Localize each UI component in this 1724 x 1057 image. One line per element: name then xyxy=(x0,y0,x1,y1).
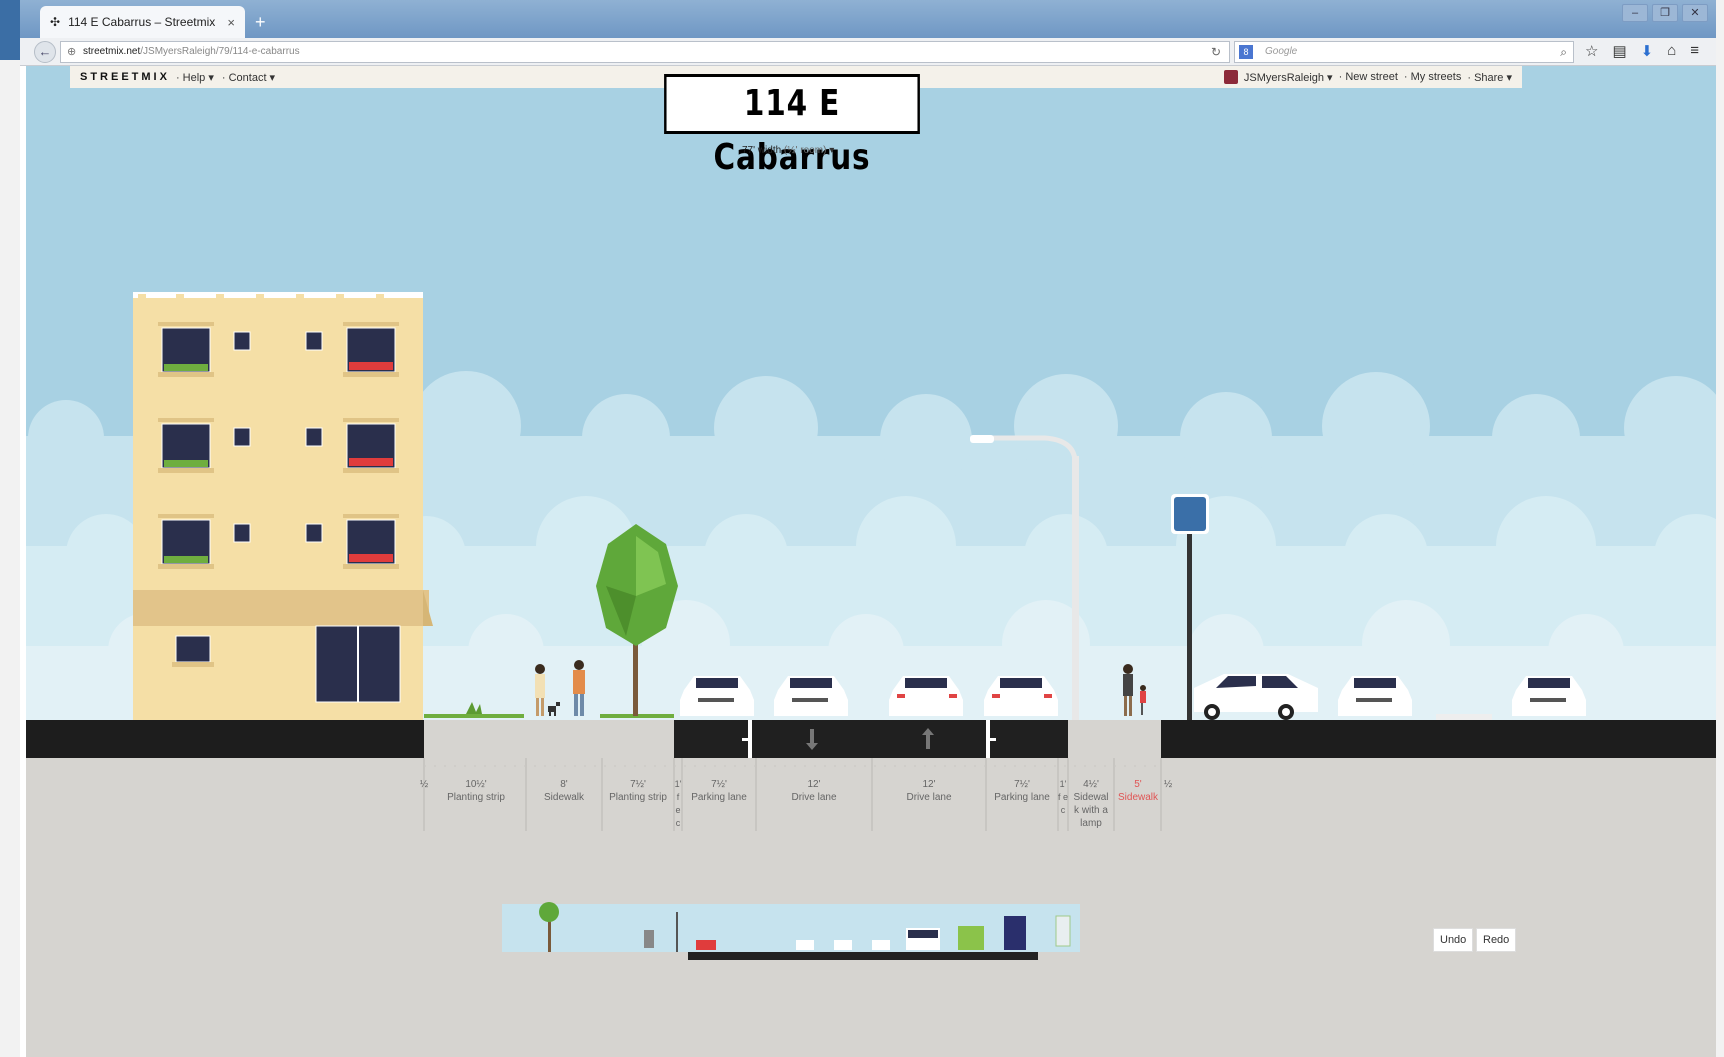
close-window-button[interactable]: ✕ xyxy=(1682,4,1708,22)
reload-icon[interactable]: ↻ xyxy=(1211,42,1221,62)
streetmix-canvas: P STREETMIX · Help ▾ · Contact ▾ JSMyers… xyxy=(26,66,1716,1057)
segment-label-parking-lane-2[interactable]: 7½' Parking lane xyxy=(988,778,1056,804)
home-icon[interactable]: ⌂ xyxy=(1667,42,1676,60)
segment-label-drive-lane-1[interactable]: 12' Drive lane xyxy=(758,778,870,804)
right-roadway xyxy=(1161,720,1716,758)
navigation-bar: ← ⊕ streetmix.net/JSMyersRaleigh/79/114-… xyxy=(20,38,1716,66)
segment-label-curb-right[interactable]: 1' f e c xyxy=(1058,778,1068,817)
right-sidewalk xyxy=(1068,720,1161,758)
streetmix-logo[interactable]: STREETMIX xyxy=(80,71,170,83)
segment-label-sidewalk-warning[interactable]: 5' Sidewalk xyxy=(1116,778,1160,804)
site-identity-icon[interactable]: ⊕ xyxy=(67,42,76,62)
window-left-edge xyxy=(0,0,20,1057)
car-drive-lane-1[interactable] xyxy=(774,676,848,716)
minimize-button[interactable]: – xyxy=(1622,4,1648,22)
search-input[interactable]: 8 Google ⌕ xyxy=(1234,41,1574,63)
search-engine-icon[interactable]: 8 xyxy=(1239,45,1253,59)
segment-label-planting-strip-1[interactable]: 10½' Planting strip xyxy=(428,778,524,804)
tab-title: 114 E Cabarrus – Streetmix xyxy=(68,15,216,29)
window-right-edge xyxy=(1716,0,1724,1057)
help-menu[interactable]: · Help ▾ xyxy=(176,71,214,84)
search-placeholder: Google xyxy=(1265,46,1298,57)
segment-label-sidewalk-lamp[interactable]: 4½' Sidewal k with a lamp xyxy=(1070,778,1112,830)
url-host: streetmix.net xyxy=(83,46,141,57)
street-name-sign[interactable]: 114 E Cabarrus xyxy=(664,74,920,178)
contact-menu[interactable]: · Contact ▾ xyxy=(222,71,275,84)
reading-list-icon[interactable]: ▤ xyxy=(1612,42,1626,60)
chevron-down-icon[interactable]: ▾ xyxy=(829,145,834,156)
share-menu[interactable]: · Share ▾ xyxy=(1467,71,1512,84)
redo-button[interactable]: Redo xyxy=(1476,928,1517,952)
building[interactable] xyxy=(133,292,433,720)
undo-button[interactable]: Undo xyxy=(1433,928,1474,952)
median-curb xyxy=(1436,714,1492,720)
toolbar-icons: ☆ ▤ ⬇ ⌂ ≡ xyxy=(1585,42,1699,60)
street-width-value: 77' width xyxy=(742,145,782,156)
car-drive-lane-2[interactable] xyxy=(889,676,963,716)
street-room: (½' room) xyxy=(781,145,827,156)
window-controls: – ❐ ✕ xyxy=(1622,4,1708,22)
hamburger-menu-icon[interactable]: ≡ xyxy=(1690,42,1699,60)
tab-bar: ✣ 114 E Cabarrus – Streetmix × + – ❐ ✕ xyxy=(20,0,1716,38)
left-base xyxy=(26,720,424,758)
avatar[interactable] xyxy=(1223,70,1238,84)
segment-label-planting-strip-2[interactable]: 7½' Planting strip xyxy=(604,778,672,804)
streetmix-favicon-icon: ✣ xyxy=(50,15,61,29)
tab-close-icon[interactable]: × xyxy=(227,15,235,30)
restore-button[interactable]: ❐ xyxy=(1652,4,1678,22)
my-streets-link[interactable]: · My streets xyxy=(1404,71,1461,83)
url-path: /JSMyersRaleigh/79/114-e-cabarrus xyxy=(140,46,300,57)
segment-label-drive-lane-2[interactable]: 12' Drive lane xyxy=(874,778,984,804)
segment-palette-thumbs xyxy=(502,902,1080,960)
user-menu-group: JSMyersRaleigh ▾ · New street · My stree… xyxy=(1223,70,1512,84)
left-sidewalk xyxy=(424,720,674,758)
street-width[interactable]: 77' width (½' room) ▾ xyxy=(742,145,834,156)
new-street-link[interactable]: · New street xyxy=(1339,71,1398,83)
car-right-2[interactable] xyxy=(1338,676,1412,716)
segment-label-parking-lane-1[interactable]: 7½' Parking lane xyxy=(684,778,754,804)
segment-label-sidewalk[interactable]: 8' Sidewalk xyxy=(528,778,600,804)
address-bar[interactable]: ⊕ streetmix.net/JSMyersRaleigh/79/114-e-… xyxy=(60,41,1230,63)
parked-car-right[interactable] xyxy=(984,676,1058,716)
parked-car-left[interactable] xyxy=(680,676,754,716)
roadway xyxy=(674,720,1068,758)
street-scene xyxy=(26,292,1716,1057)
bookmark-star-icon[interactable]: ☆ xyxy=(1585,42,1598,60)
back-button[interactable]: ← xyxy=(34,41,56,63)
new-tab-button[interactable]: + xyxy=(255,12,266,33)
browser-tab[interactable]: ✣ 114 E Cabarrus – Streetmix × xyxy=(40,6,245,38)
user-menu[interactable]: JSMyersRaleigh ▾ xyxy=(1244,71,1333,84)
planting-strip-grass[interactable] xyxy=(424,714,524,718)
car-right-3[interactable] xyxy=(1512,676,1586,716)
downloads-icon[interactable]: ⬇ xyxy=(1641,42,1654,60)
segment-label-curb-left[interactable]: 1' f e c xyxy=(674,778,682,830)
segment-label-edge-right[interactable]: ½ xyxy=(1162,778,1174,791)
search-icon[interactable]: ⌕ xyxy=(1560,42,1567,62)
